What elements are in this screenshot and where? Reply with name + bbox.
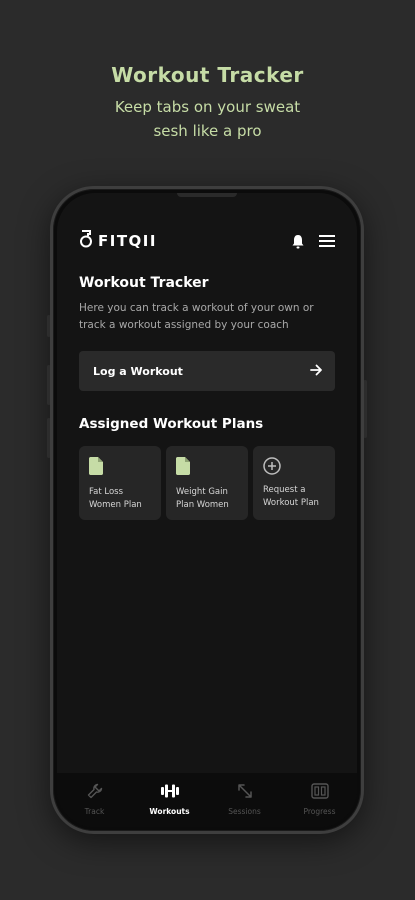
nav-label-progress: Progress: [303, 807, 336, 816]
plan-label-line1: Weight Gain: [176, 487, 228, 497]
topbar-actions: [291, 234, 335, 249]
log-workout-label: Log a Workout: [93, 364, 183, 378]
plan-label-line1: Request a: [263, 485, 306, 495]
nav-item-track[interactable]: Track: [65, 783, 125, 816]
hero-title: Workout Tracker: [111, 63, 304, 87]
plan-label-line2: Workout Plan: [263, 498, 319, 508]
hero-subtitle: Keep tabs on your sweat sesh like a pro: [0, 95, 415, 143]
phone-frame: FITQII Workout Tracker Here you can trac…: [50, 186, 364, 834]
plan-label-line2: Plan Women: [176, 500, 229, 510]
bottom-nav: Track Workouts Sessions Progress: [57, 773, 357, 827]
nav-item-progress[interactable]: Progress: [290, 783, 350, 816]
log-workout-button[interactable]: Log a Workout: [79, 351, 335, 391]
dumbbell-icon: [160, 783, 180, 804]
plan-label: Request a Workout Plan: [263, 484, 325, 510]
app-screen: FITQII Workout Tracker Here you can trac…: [57, 193, 357, 827]
hero-subtitle-line1: Keep tabs on your sweat: [114, 98, 301, 116]
section-title-tracker: Workout Tracker: [79, 275, 209, 291]
bell-icon[interactable]: [291, 234, 305, 249]
tracker-description: Here you can track a workout of your own…: [79, 302, 314, 331]
plans-grid: Fat Loss Women Plan Weight Gain Plan Wom…: [79, 446, 335, 520]
menu-icon[interactable]: [319, 235, 335, 247]
plan-card-fat-loss[interactable]: Fat Loss Women Plan: [79, 446, 161, 520]
logo-text: FITQII: [98, 232, 157, 250]
app-topbar: FITQII: [79, 229, 335, 253]
wrench-icon: [87, 783, 103, 804]
plan-label-line2: Women Plan: [89, 500, 142, 510]
app-logo: FITQII: [79, 229, 157, 253]
document-icon: [176, 457, 190, 479]
plus-circle-icon: [263, 457, 281, 479]
speaker-notch: [177, 193, 237, 197]
hero-subtitle-line2: sesh like a pro: [153, 122, 262, 140]
expand-icon: [237, 783, 253, 804]
plan-card-weight-gain[interactable]: Weight Gain Plan Women: [166, 446, 248, 520]
plan-card-request[interactable]: Request a Workout Plan: [253, 446, 335, 520]
arrow-right-icon: [310, 364, 323, 379]
nav-item-sessions[interactable]: Sessions: [215, 783, 275, 816]
nav-label-sessions: Sessions: [228, 807, 261, 816]
plan-label-line1: Fat Loss: [89, 487, 123, 497]
plan-label: Weight Gain Plan Women: [176, 486, 238, 512]
nav-item-workouts[interactable]: Workouts: [140, 783, 200, 816]
nav-label-workouts: Workouts: [149, 807, 190, 816]
section-title-plans: Assigned Workout Plans: [79, 416, 264, 432]
plan-label: Fat Loss Women Plan: [89, 486, 151, 512]
columns-icon: [310, 783, 329, 804]
nav-label-track: Track: [84, 807, 105, 816]
main-content: Workout Tracker Here you can track a wor…: [79, 275, 335, 520]
kettlebell-icon: [79, 229, 93, 253]
document-icon: [89, 457, 103, 479]
